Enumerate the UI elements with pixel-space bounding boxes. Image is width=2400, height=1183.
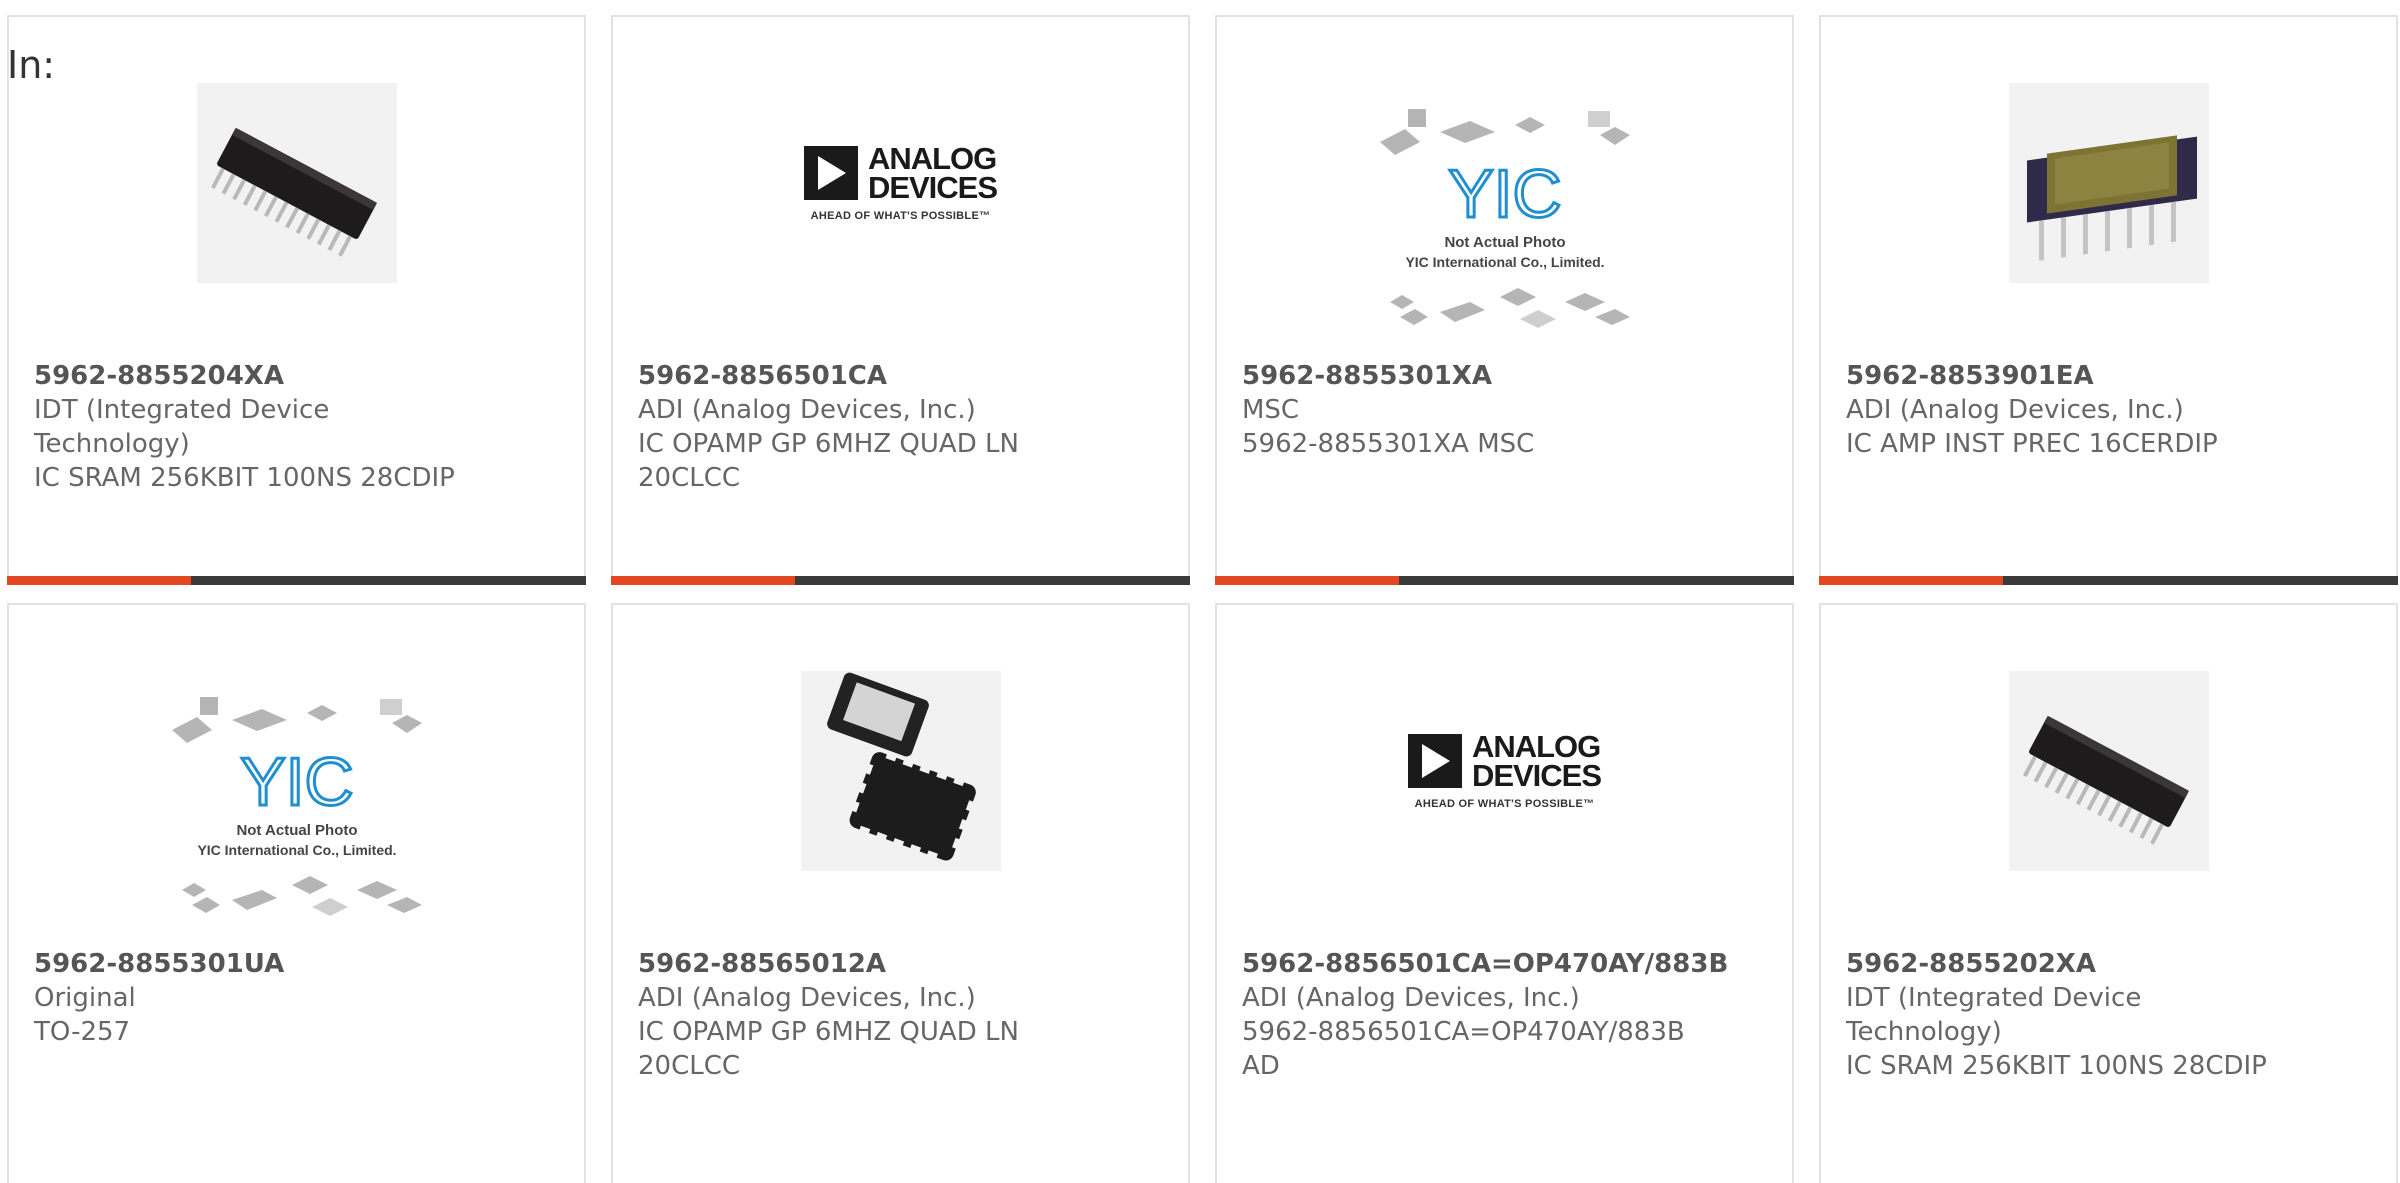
part-number[interactable]: 5962-8855202XA — [1846, 947, 2376, 981]
card-accent-bar — [1819, 576, 2398, 585]
manufacturer: IDT (Integrated Device — [34, 395, 330, 425]
product-card[interactable]: YIC Not Actual Photo YIC International C… — [7, 603, 586, 1183]
product-info: 5962-8855204XA IDT (Integrated Device Te… — [34, 359, 564, 495]
manufacturer: ADI (Analog Devices, Inc.) — [638, 983, 976, 1013]
part-number[interactable]: 5962-88565012A — [638, 947, 1168, 981]
description: IC OPAMP GP 6MHZ QUAD LN — [638, 429, 1019, 459]
description: 5962-8855301XA MSC — [1242, 429, 1535, 459]
manufacturer: ADI (Analog Devices, Inc.) — [638, 395, 976, 425]
product-card[interactable]: 5962-8855202XA IDT (Integrated Device Te… — [1819, 603, 2398, 1183]
manufacturer: Original — [34, 983, 136, 1013]
dip-chip-icon — [196, 83, 397, 283]
svg-text:YIC International Co., Limited: YIC International Co., Limited. — [1405, 254, 1604, 270]
manufacturer: IDT (Integrated Device — [1846, 983, 2142, 1013]
description: 20CLCC — [638, 1051, 741, 1081]
product-info: 5962-8853901EA ADI (Analog Devices, Inc.… — [1846, 359, 2376, 461]
lcc-chip-icon — [800, 671, 1001, 871]
yic-placeholder-icon: YIC Not Actual Photo YIC International C… — [171, 697, 422, 916]
product-image-dip-chip[interactable] — [2008, 671, 2209, 871]
product-card[interactable]: 5962-8853901EA ADI (Analog Devices, Inc.… — [1819, 15, 2398, 585]
product-info: 5962-8856501CA=OP470AY/883B ADI (Analog … — [1242, 947, 1772, 1083]
yic-placeholder-icon: YIC Not Actual Photo YIC International C… — [1379, 109, 1630, 328]
dip-chip-icon — [2008, 671, 2209, 871]
description: IC OPAMP GP 6MHZ QUAD LN — [638, 1017, 1019, 1047]
cerdip-chip-icon — [2008, 83, 2209, 283]
svg-text:YIC: YIC — [1448, 156, 1561, 232]
svg-text:Not Actual Photo: Not Actual Photo — [1444, 234, 1565, 251]
description: AD — [1242, 1051, 1280, 1081]
product-info: 5962-8855202XA IDT (Integrated Device Te… — [1846, 947, 2376, 1083]
part-number[interactable]: 5962-8855204XA — [34, 359, 564, 393]
manufacturer: Technology) — [34, 429, 190, 459]
product-image-dip-chip[interactable] — [196, 83, 397, 283]
description: IC SRAM 256KBIT 100NS 28CDIP — [1846, 1051, 2267, 1081]
product-grid: 5962-8855204XA IDT (Integrated Device Te… — [0, 0, 2400, 1183]
description: IC SRAM 256KBIT 100NS 28CDIP — [34, 463, 455, 493]
manufacturer: ADI (Analog Devices, Inc.) — [1242, 983, 1580, 1013]
description: TO-257 — [34, 1017, 131, 1047]
manufacturer: MSC — [1242, 395, 1300, 425]
analog-devices-logo-icon: ANALOG DEVICES AHEAD OF WHAT'S POSSIBLE™ — [803, 143, 998, 222]
part-number[interactable]: 5962-8853901EA — [1846, 359, 2376, 393]
part-number[interactable]: 5962-8855301UA — [34, 947, 564, 981]
product-info: 5962-88565012A ADI (Analog Devices, Inc.… — [638, 947, 1168, 1083]
description: IC AMP INST PREC 16CERDIP — [1846, 429, 2218, 459]
product-image-analog-devices-logo[interactable]: ANALOG DEVICES AHEAD OF WHAT'S POSSIBLE™ — [1405, 671, 1605, 871]
manufacturer: ADI (Analog Devices, Inc.) — [1846, 395, 2184, 425]
filter-label: In: — [7, 43, 56, 87]
product-card[interactable]: ANALOG DEVICES AHEAD OF WHAT'S POSSIBLE™… — [611, 15, 1190, 585]
part-number[interactable]: 5962-8856501CA — [638, 359, 1168, 393]
product-image-yic-placeholder[interactable]: YIC Not Actual Photo YIC International C… — [162, 685, 432, 935]
svg-text:Not Actual Photo: Not Actual Photo — [236, 822, 357, 839]
svg-text:YIC: YIC — [240, 744, 353, 820]
product-image-analog-devices-logo[interactable]: ANALOG DEVICES AHEAD OF WHAT'S POSSIBLE™ — [801, 83, 1001, 283]
svg-text:YIC International Co., Limited: YIC International Co., Limited. — [197, 842, 396, 858]
product-info: 5962-8856501CA ADI (Analog Devices, Inc.… — [638, 359, 1168, 495]
part-number[interactable]: 5962-8856501CA=OP470AY/883B — [1242, 947, 1772, 981]
card-accent-bar — [611, 576, 1190, 585]
manufacturer: Technology) — [1846, 1017, 2002, 1047]
part-number[interactable]: 5962-8855301XA — [1242, 359, 1772, 393]
product-info: 5962-8855301UA Original TO-257 — [34, 947, 564, 1049]
product-card[interactable]: 5962-8855204XA IDT (Integrated Device Te… — [7, 15, 586, 585]
card-accent-bar — [7, 576, 586, 585]
description: 20CLCC — [638, 463, 741, 493]
product-image-lcc-chip[interactable] — [800, 671, 1001, 871]
product-card[interactable]: YIC Not Actual Photo YIC International C… — [1215, 15, 1794, 585]
card-accent-bar — [1215, 576, 1794, 585]
product-image-cerdip-chip[interactable] — [2008, 83, 2209, 283]
product-image-yic-placeholder[interactable]: YIC Not Actual Photo YIC International C… — [1370, 97, 1640, 347]
product-info: 5962-8855301XA MSC 5962-8855301XA MSC — [1242, 359, 1772, 461]
analog-devices-logo-icon: ANALOG DEVICES AHEAD OF WHAT'S POSSIBLE™ — [1407, 731, 1602, 810]
product-card[interactable]: 5962-88565012A ADI (Analog Devices, Inc.… — [611, 603, 1190, 1183]
description: 5962-8856501CA=OP470AY/883B — [1242, 1017, 1685, 1047]
product-card[interactable]: ANALOG DEVICES AHEAD OF WHAT'S POSSIBLE™… — [1215, 603, 1794, 1183]
